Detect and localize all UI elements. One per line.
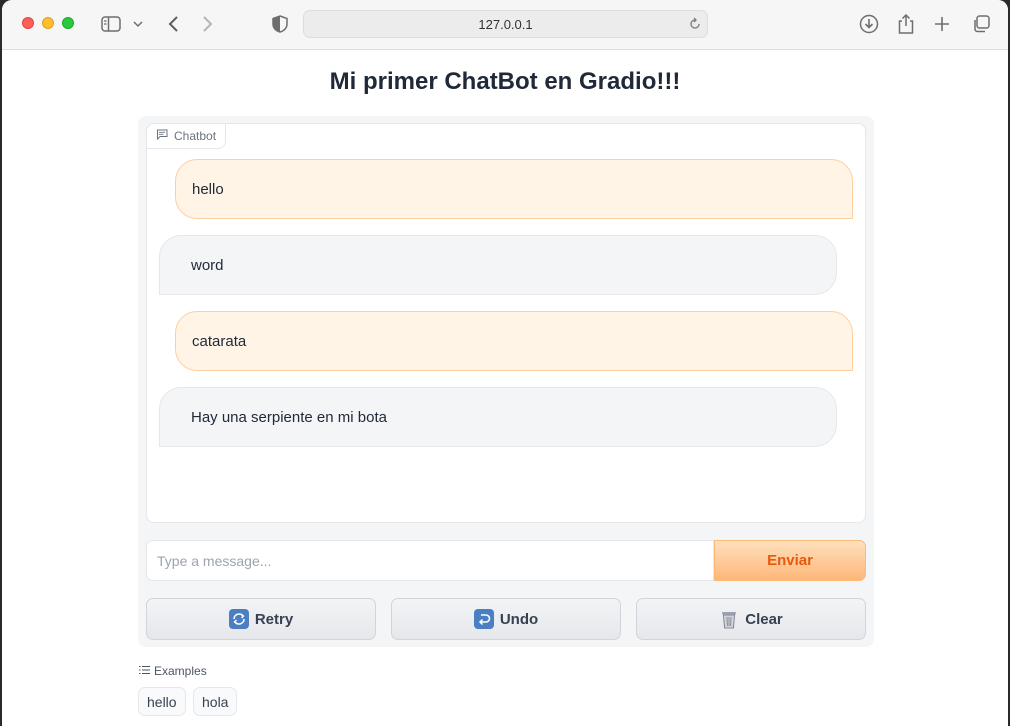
back-icon[interactable] — [164, 12, 182, 36]
send-button[interactable]: Enviar — [714, 540, 866, 581]
bot-message: word — [159, 235, 837, 295]
examples-label-text: Examples — [154, 664, 207, 678]
chatbot-label-text: Chatbot — [174, 129, 217, 143]
new-tab-icon[interactable] — [933, 12, 951, 36]
forward-icon[interactable] — [199, 12, 217, 36]
address-url: 127.0.0.1 — [478, 17, 533, 32]
downloads-icon[interactable] — [859, 12, 879, 36]
user-message: catarata — [175, 311, 853, 371]
undo-button[interactable]: Undo — [391, 598, 621, 640]
message-text: hello — [192, 180, 224, 198]
sidebar-toggle-icon[interactable] — [100, 12, 122, 36]
chatbot-window[interactable]: Chatbot hello word catarata Hay una serp… — [146, 123, 866, 523]
chat-bubble-icon — [156, 129, 168, 143]
message-input[interactable] — [146, 540, 714, 581]
retry-icon — [228, 609, 249, 629]
clear-button[interactable]: Clear — [636, 598, 866, 640]
tab-overview-icon[interactable] — [971, 12, 991, 36]
examples-label: Examples — [139, 664, 207, 678]
bot-message: Hay una serpiente en mi bota — [159, 387, 837, 447]
chatbot-label: Chatbot — [147, 124, 227, 149]
chevron-down-icon[interactable] — [132, 12, 144, 36]
example-button[interactable]: hello — [138, 687, 186, 716]
message-text: word — [191, 256, 224, 274]
page-content: Mi primer ChatBot en Gradio!!! Chatbot h… — [2, 51, 1008, 726]
example-button[interactable]: hola — [193, 687, 238, 716]
clear-label: Clear — [745, 610, 783, 628]
page-title: Mi primer ChatBot en Gradio!!! — [329, 68, 681, 95]
message-input-row: Enviar — [146, 540, 866, 581]
browser-toolbar: 127.0.0.1 — [2, 0, 1008, 50]
undo-icon — [473, 609, 494, 629]
list-icon — [139, 664, 150, 678]
browser-window: 127.0.0.1 Mi primer ChatBot en Gradio!!! — [2, 0, 1008, 726]
trash-icon — [719, 609, 739, 629]
action-buttons: Retry Undo Clear — [146, 598, 866, 640]
message-text: catarata — [192, 332, 247, 350]
share-icon[interactable] — [897, 12, 915, 36]
retry-label: Retry — [254, 610, 294, 628]
zoom-window-button[interactable] — [62, 17, 74, 29]
minimize-window-button[interactable] — [42, 17, 54, 29]
retry-button[interactable]: Retry — [146, 598, 376, 640]
chat-panel: Chatbot hello word catarata Hay una serp… — [138, 116, 874, 647]
privacy-shield-icon[interactable] — [271, 12, 289, 36]
address-bar[interactable]: 127.0.0.1 — [303, 10, 708, 38]
undo-label: Undo — [499, 610, 539, 628]
user-message: hello — [175, 159, 853, 219]
reload-icon[interactable] — [689, 17, 701, 36]
message-text: Hay una serpiente en mi bota — [191, 408, 387, 426]
close-window-button[interactable] — [22, 17, 34, 29]
